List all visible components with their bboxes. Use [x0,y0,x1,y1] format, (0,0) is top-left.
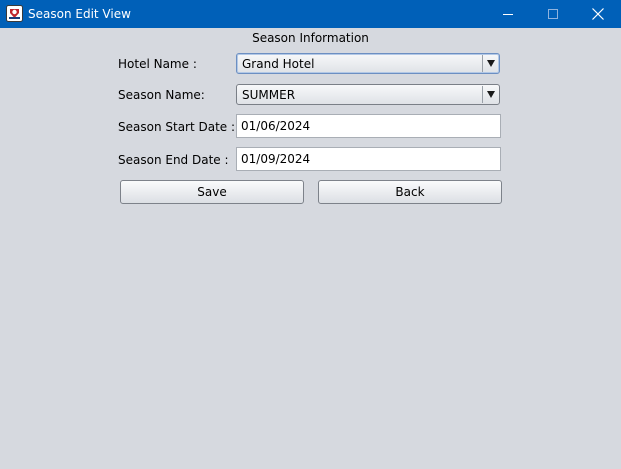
section-title: Season Information [252,31,369,45]
close-button[interactable] [575,0,621,28]
season-edit-window: Season Edit View Season Information Hote… [0,0,621,469]
end-date-label: Season End Date : [118,153,229,167]
hotel-name-select[interactable]: Grand Hotel [236,53,500,74]
season-name-value: SUMMER [242,88,296,102]
save-button[interactable]: Save [120,180,304,204]
hotel-name-dropdown-button[interactable] [482,55,498,72]
hotel-name-label: Hotel Name : [118,57,197,71]
end-date-field[interactable] [236,147,501,171]
back-button[interactable]: Back [318,180,502,204]
season-name-select[interactable]: SUMMER [236,84,500,105]
chevron-down-icon [486,60,495,67]
hotel-name-value: Grand Hotel [242,57,315,71]
season-name-label: Season Name: [118,88,205,102]
chevron-down-icon [486,91,495,98]
maximize-button[interactable] [530,0,576,28]
close-icon [592,8,604,20]
start-date-field[interactable] [236,114,501,138]
maximize-icon [548,9,558,19]
start-date-label: Season Start Date : [118,120,236,134]
minimize-icon [503,14,513,15]
season-name-dropdown-button[interactable] [482,86,498,103]
minimize-button[interactable] [485,0,531,28]
java-app-icon [6,5,23,22]
window-title: Season Edit View [28,7,131,21]
title-bar[interactable]: Season Edit View [0,0,621,28]
